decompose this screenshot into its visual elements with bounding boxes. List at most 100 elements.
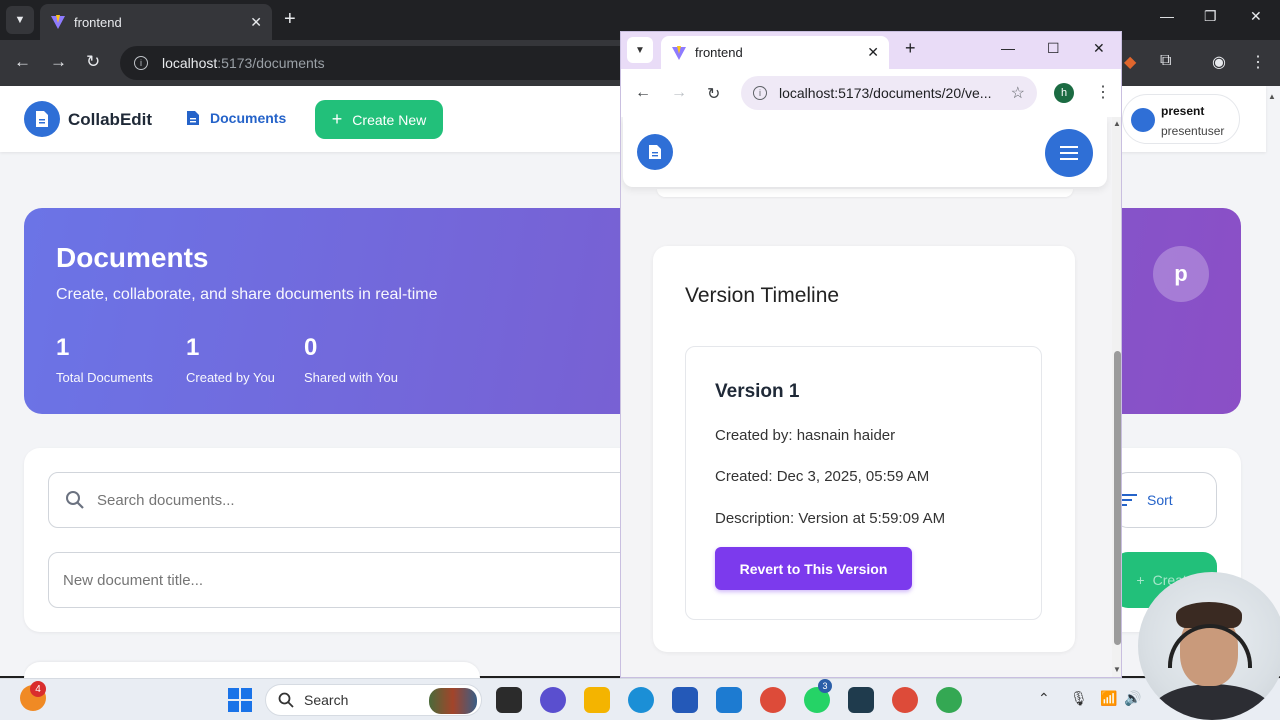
chrome-icon[interactable] xyxy=(760,687,786,713)
document-icon xyxy=(36,111,48,127)
sort-button[interactable]: Sort xyxy=(1114,472,1217,528)
back-arrow-icon[interactable]: ← xyxy=(635,84,651,102)
close-tab-icon[interactable]: ✕ xyxy=(250,14,262,31)
popup-address-bar[interactable]: i localhost:5173/documents/20/ve... ☆ xyxy=(741,76,1037,110)
vite-icon xyxy=(672,45,686,60)
close-window-button[interactable]: ✕ xyxy=(1093,40,1105,57)
version-item: Version 1 Created by: hasnain haider Cre… xyxy=(685,346,1042,620)
version-timeline-card: Version Timeline Version 1 Created by: h… xyxy=(653,246,1075,652)
header-shadow-card xyxy=(657,189,1073,197)
hero-avatar[interactable]: p xyxy=(1153,246,1209,302)
mobile-app-header xyxy=(623,117,1107,187)
page-scroll-up-icon[interactable]: ▲ xyxy=(1268,92,1276,101)
menu-line xyxy=(1060,152,1078,154)
plus-icon: + xyxy=(1136,572,1145,588)
taskbar-search[interactable]: Search xyxy=(265,684,482,716)
stat-label: Shared with You xyxy=(304,370,398,385)
search-icon xyxy=(278,692,294,708)
app-logo[interactable] xyxy=(637,134,673,170)
popup-browser-tab[interactable]: frontend ✕ xyxy=(661,36,889,69)
reload-icon[interactable]: ↻ xyxy=(86,52,100,72)
tray-overflow-icon[interactable]: ⌃ xyxy=(1038,690,1050,707)
plus-icon: + xyxy=(331,109,343,129)
meet-chat-icon[interactable] xyxy=(540,687,566,713)
forward-arrow-icon[interactable]: → xyxy=(50,52,67,72)
site-info-icon[interactable]: i xyxy=(134,56,148,70)
forward-arrow-icon[interactable]: → xyxy=(671,84,687,102)
wifi-icon[interactable]: 📶 xyxy=(1100,690,1117,707)
document-icon xyxy=(187,111,199,125)
version-name: Version 1 xyxy=(715,381,800,402)
vite-icon xyxy=(51,15,65,29)
chrome-profile-icon[interactable] xyxy=(892,687,918,713)
close-tab-icon[interactable]: ✕ xyxy=(867,44,879,61)
user-menu[interactable]: present presentuser xyxy=(1122,94,1240,144)
stat-shared-with-you: 0 Shared with You xyxy=(304,334,398,385)
tab-search-button[interactable]: ▼ xyxy=(627,37,653,63)
minimize-button[interactable]: — xyxy=(1160,8,1174,24)
microphone-icon[interactable]: 🎙 xyxy=(1070,690,1088,707)
webcam-overlay xyxy=(1138,572,1280,720)
reload-icon[interactable]: ↻ xyxy=(707,84,720,104)
tab-search-button[interactable]: ▼ xyxy=(6,6,34,34)
search-box[interactable] xyxy=(48,472,648,528)
url-path: :5173/documents xyxy=(217,55,325,71)
scroll-up-icon[interactable]: ▲ xyxy=(1113,119,1121,128)
revert-version-button[interactable]: Revert to This Version xyxy=(715,547,912,590)
app-logo[interactable] xyxy=(24,101,60,137)
new-tab-button[interactable]: + xyxy=(284,8,296,31)
task-view-icon[interactable] xyxy=(496,687,522,713)
weather-widget-icon[interactable]: 4 xyxy=(20,681,46,711)
menu-line xyxy=(1060,158,1078,160)
tab-title: frontend xyxy=(74,14,122,30)
version-created-by: Created by: hasnain haider xyxy=(715,427,896,444)
new-title-box[interactable] xyxy=(48,552,648,608)
person-body xyxy=(1150,684,1274,720)
store-icon[interactable] xyxy=(672,687,698,713)
extensions-puzzle-icon[interactable]: ⧉ xyxy=(1160,52,1171,70)
new-document-title-input[interactable] xyxy=(63,571,543,589)
hamburger-menu-button[interactable] xyxy=(1045,129,1093,177)
brand-name: CollabEdit xyxy=(68,110,153,129)
sort-icon xyxy=(1121,494,1137,506)
page-title: Documents xyxy=(56,242,209,273)
profile-avatar[interactable]: h xyxy=(1054,83,1074,103)
minimize-button[interactable]: — xyxy=(1001,40,1015,56)
version-created-date: Created: Dec 3, 2025, 05:59 AM xyxy=(715,468,930,485)
back-arrow-icon[interactable]: ← xyxy=(14,52,31,72)
nav-documents-link[interactable]: Documents xyxy=(186,110,286,126)
file-explorer-icon[interactable] xyxy=(584,687,610,713)
chrome-profile-h-icon[interactable] xyxy=(936,687,962,713)
scroll-down-icon[interactable]: ▼ xyxy=(1113,665,1121,674)
new-tab-button[interactable]: + xyxy=(905,38,916,59)
version-description: Description: Version at 5:59:09 AM xyxy=(715,510,946,527)
terminal-icon[interactable] xyxy=(848,687,874,713)
nav-documents-label: Documents xyxy=(210,110,287,126)
stat-total-documents: 1 Total Documents xyxy=(56,334,153,385)
create-new-button[interactable]: + Create New xyxy=(315,100,443,139)
address-bar[interactable]: i localhost:5173/documents xyxy=(120,46,640,80)
windows-start-icon[interactable] xyxy=(228,688,252,712)
search-icon xyxy=(66,491,84,509)
edge-browser-icon[interactable] xyxy=(628,687,654,713)
bookmark-star-icon[interactable]: ☆ xyxy=(1011,83,1025,103)
scrollbar-thumb[interactable] xyxy=(1114,351,1121,645)
fox-extension-icon[interactable]: ◆ xyxy=(1124,52,1136,72)
browser-menu-icon[interactable]: ⋮ xyxy=(1250,52,1266,72)
profile-avatar-icon[interactable]: ◉ xyxy=(1212,52,1226,72)
restore-button[interactable]: ❐ xyxy=(1204,8,1217,25)
site-info-icon[interactable]: i xyxy=(753,86,767,100)
close-window-button[interactable]: ✕ xyxy=(1250,8,1262,25)
popup-url: localhost:5173/documents/20/ve... xyxy=(779,85,992,101)
vscode-icon[interactable] xyxy=(716,687,742,713)
stat-value: 1 xyxy=(186,334,200,361)
sort-label: Sort xyxy=(1147,492,1173,508)
volume-icon[interactable]: 🔊 xyxy=(1124,690,1141,707)
maximize-button[interactable]: ☐ xyxy=(1047,40,1060,57)
popup-tab-strip: ▼ frontend ✕ + — ☐ ✕ xyxy=(621,32,1121,69)
browser-tab[interactable]: frontend ✕ xyxy=(40,4,272,40)
popup-scrollbar[interactable]: ▲ ▼ xyxy=(1112,117,1121,677)
stat-label: Total Documents xyxy=(56,370,153,385)
search-input[interactable] xyxy=(97,491,577,509)
browser-menu-icon[interactable]: ⋮ xyxy=(1095,82,1111,102)
